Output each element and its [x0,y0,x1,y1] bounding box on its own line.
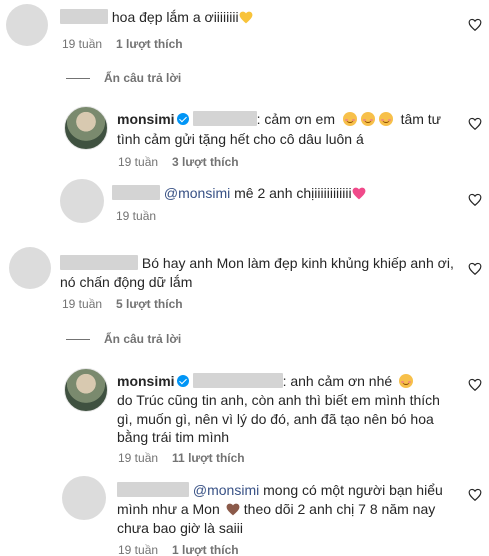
username[interactable]: monsimi [117,111,175,127]
redacted-username[interactable] [60,255,138,270]
comment-meta: 19 tuần 1 lượt thích [118,543,253,556]
redacted-username[interactable] [192,373,283,388]
avatar[interactable] [62,476,106,520]
avatar[interactable] [6,4,48,46]
like-heart-icon[interactable] [468,117,482,131]
timestamp: 19 tuần [118,543,159,556]
redacted-username[interactable] [112,185,160,200]
hide-replies-button[interactable]: Ẩn câu trả lời [66,71,181,86]
comment-text-line: chưa bao giờ là saiii [117,520,243,536]
like-heart-icon[interactable] [468,378,482,392]
mention-link[interactable]: @monsimi [193,482,259,498]
comment-text: @monsimi mong có một người bạn hiểu [117,481,443,500]
divider [66,78,90,80]
redacted-username[interactable] [60,9,108,24]
likes-count[interactable]: 1 lượt thích [172,543,239,556]
comment-text-line: do Trúc cũng tin anh, còn anh thì biết e… [117,392,440,408]
comment-text-line: gì, muốn gì, nên vì lý do đó, anh đã tạo… [117,411,434,427]
likes-count[interactable]: 1 lượt thích [116,37,183,51]
redacted-username[interactable] [192,111,257,126]
comment-meta: 19 tuần 11 lượt thích [118,451,259,466]
timestamp: 19 tuần [116,209,157,223]
comment-text: monsimi: anh cảm ơn nhé [117,372,457,391]
timestamp: 19 tuần [118,451,159,465]
avatar[interactable] [60,179,104,223]
likes-count[interactable]: 3 lượt thích [172,155,239,169]
brown-heart-icon [226,503,240,516]
likes-count[interactable]: 11 lượt thích [172,451,245,465]
avatar[interactable] [9,247,51,289]
comment-meta: 19 tuần 1 lượt thích [62,37,197,52]
yellow-heart-icon [239,11,252,24]
username[interactable]: monsimi [117,373,175,389]
like-heart-icon[interactable] [468,262,482,276]
smiling-face-icon [399,374,414,388]
verified-icon [176,375,189,387]
comment-text: @monsimi mê 2 anh chịiiiiiiiiiiii [112,184,366,203]
like-heart-icon[interactable] [468,193,482,207]
timestamp: 19 tuần [62,297,103,311]
pink-heart-icon [352,187,366,200]
comment-text: Bó hay anh Mon làm đẹp kinh khủng khiếp … [60,254,460,273]
comment-meta: 19 tuần 5 lượt thích [62,297,197,312]
avatar[interactable] [64,368,108,412]
smiling-face-icon [360,112,375,126]
mention-link[interactable]: @monsimi [164,185,230,201]
divider [66,339,90,341]
comment-text-line: mình như a Mon theo dõi 2 anh chị 7 8 năm… [117,501,436,517]
comment-text-line: tình cảm gửi tặng hết cho cô dâu luôn á [117,131,364,147]
like-heart-icon[interactable] [468,488,482,502]
like-heart-icon[interactable] [468,18,482,32]
redacted-username[interactable] [117,482,189,497]
timestamp: 19 tuần [62,37,103,51]
smiling-face-icon [342,112,357,126]
comment-text: hoa đẹp lắm a ơiiiiiiii [60,8,253,27]
smiling-face-icon [378,112,393,126]
timestamp: 19 tuần [118,155,159,169]
comment-text-line: nó chấn động dữ lắm [60,274,193,290]
verified-icon [176,113,189,125]
comment-meta: 19 tuần [116,209,170,224]
comment-text: monsimi: cảm ơn em tâm tư [117,111,442,127]
comment-meta: 19 tuần 3 lượt thích [118,155,253,170]
likes-count[interactable]: 5 lượt thích [116,297,183,311]
comment-text-line: bằng trái tim mình [117,429,230,445]
avatar[interactable] [64,106,108,150]
hide-replies-button[interactable]: Ẩn câu trả lời [66,332,181,347]
